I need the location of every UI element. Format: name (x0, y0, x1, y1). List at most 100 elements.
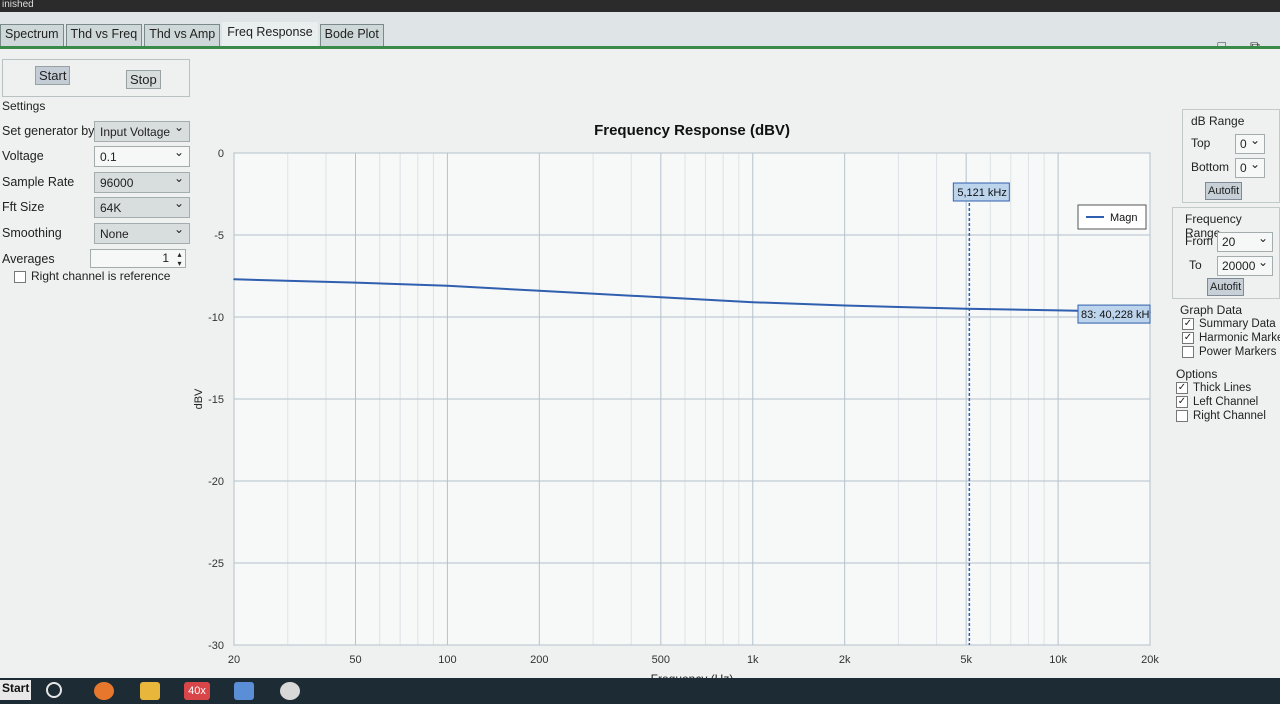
tab-spectrum[interactable]: Spectrum (0, 24, 64, 46)
db-range-group: dB Range Top 0 Bottom 0 Autofit (1182, 109, 1280, 203)
thick-lines-option[interactable]: ✓ Thick Lines (1176, 382, 1251, 394)
summary-data-label: Summary Data (1199, 318, 1276, 331)
voltage-select[interactable]: 0.1 (94, 145, 190, 167)
y-tick-label: -30 (208, 640, 224, 652)
series-point (354, 281, 357, 284)
window-title: inished (2, 0, 34, 10)
app-body: Start Stop Settings Set generator by Inp… (0, 46, 1280, 686)
settings-legend: Settings (2, 99, 46, 113)
harmonic-markers-label: Harmonic Markers (1199, 332, 1280, 345)
series-point (843, 304, 846, 307)
x-tick-label: 100 (438, 654, 456, 666)
y-tick-label: -5 (214, 230, 224, 242)
x-tick-label: 500 (652, 654, 670, 666)
marker-label: 5,121 kHz (957, 187, 1007, 199)
sample-rate-select[interactable]: 96000 (94, 171, 190, 193)
y-tick-label: -20 (208, 476, 224, 488)
x-tick-label: 200 (530, 654, 548, 666)
y-tick-label: 0 (218, 148, 224, 160)
averages-spinner[interactable]: 1 (90, 249, 186, 268)
generator-select[interactable]: Input Voltage (94, 120, 190, 142)
x-tick-label: 20k (1141, 654, 1159, 666)
db-bottom-select[interactable]: 0 (1235, 157, 1265, 178)
tab-strip: Spectrum Thd vs Freq Thd vs Amp Freq Res… (0, 22, 386, 46)
control-box: Start Stop (2, 59, 190, 97)
generator-row: Set generator by Input Voltage (2, 120, 192, 143)
start-menu-button[interactable]: Start (0, 680, 32, 700)
power-markers-option[interactable]: Power Markers (1182, 346, 1276, 358)
sample-rate-label: Sample Rate (2, 175, 75, 189)
right-channel-label: Right Channel (1193, 410, 1266, 423)
folder-icon[interactable] (140, 682, 160, 700)
freq-to-select[interactable]: 20000 (1217, 255, 1273, 276)
summary-data-option[interactable]: ✓ Summary Data (1182, 318, 1276, 330)
y-tick-label: -10 (208, 312, 224, 324)
averages-row: Averages 1 (2, 249, 192, 271)
series-point (446, 285, 449, 287)
app-icon[interactable] (280, 682, 300, 700)
chart-title: Frequency Response (dBV) (594, 122, 790, 139)
frequency-range-group: Frequency Range From 20 To 20000 Autofit (1172, 207, 1280, 299)
frequency-response-chart: 20 50 100 200 500 1k 2k 5k 10k 20k 0 -5 -10 -15 -20 -25… (190, 105, 1165, 686)
firefox-icon[interactable] (94, 682, 114, 700)
smoothing-row: Smoothing None (2, 222, 192, 245)
title-bar: inished (0, 0, 1280, 12)
legend-label: Magn (1110, 212, 1138, 224)
voltage-label: Voltage (2, 149, 44, 163)
tab-thd-vs-amp[interactable]: Thd vs Amp (144, 24, 221, 46)
x-tick-label: 50 (349, 654, 361, 666)
smoothing-select[interactable]: None (94, 222, 190, 244)
db-bottom-label: Bottom (1191, 160, 1230, 174)
series-point (751, 301, 754, 304)
x-tick-label: 20 (228, 654, 240, 666)
search-icon[interactable] (46, 682, 62, 698)
annotation-label: 83: 40,228 kH (1081, 309, 1150, 321)
fft-size-row: Fft Size 64K (2, 196, 192, 219)
voltage-row: Voltage 0.1 (2, 145, 192, 168)
left-channel-label: Left Channel (1193, 396, 1259, 409)
series-point (965, 308, 967, 310)
power-markers-label: Power Markers (1199, 346, 1277, 359)
fft-size-label: Fft Size (2, 200, 45, 214)
tab-freq-response[interactable]: Freq Response (222, 22, 318, 46)
sample-rate-row: Sample Rate 96000 (2, 171, 192, 194)
generator-label: Set generator by (2, 124, 95, 138)
freq-autofit-button[interactable]: Autofit (1207, 278, 1245, 296)
tab-bode-plot[interactable]: Bode Plot (319, 24, 384, 46)
y-tick-label: -15 (208, 394, 224, 406)
x-tick-label: 10k (1049, 654, 1067, 666)
graph-data-title: Graph Data (1180, 303, 1243, 317)
left-channel-option[interactable]: ✓ Left Channel (1176, 396, 1258, 408)
db-top-label: Top (1191, 136, 1211, 150)
taskbar: Start 40x (0, 678, 1280, 704)
start-button[interactable]: Start (35, 66, 71, 85)
averages-label: Averages (2, 252, 55, 266)
tab-thd-vs-freq[interactable]: Thd vs Freq (65, 24, 143, 46)
x-tick-label: 5k (960, 654, 972, 666)
y-axis-label: dBV (193, 388, 205, 409)
freq-to-label: To (1189, 258, 1202, 272)
thick-lines-label: Thick Lines (1193, 382, 1252, 395)
db-autofit-button[interactable]: Autofit (1205, 182, 1243, 200)
freq-from-select[interactable]: 20 (1217, 231, 1273, 252)
series-point (538, 289, 541, 292)
series-point (1057, 309, 1059, 312)
window-app-icon[interactable] (234, 682, 254, 700)
series-point (233, 278, 235, 281)
chart-svg: 20 50 100 200 500 1k 2k 5k 10k 20k 0 -5 -10 -15 -20 -25… (193, 122, 1159, 686)
db-top-select[interactable]: 0 (1235, 133, 1265, 154)
fft-size-select[interactable]: 64K (94, 196, 190, 218)
ref-label: Right channel is reference (31, 269, 171, 283)
app-badge-icon[interactable]: 40x (184, 682, 210, 700)
x-tick-label: 1k (747, 654, 759, 666)
ref-checkbox[interactable] (14, 270, 26, 283)
ref-row: Right channel is reference (14, 269, 204, 291)
freq-from-label: From (1185, 234, 1213, 248)
harmonic-markers-option[interactable]: ✓Harmonic Markers (1182, 332, 1280, 344)
right-channel-option[interactable]: Right Channel (1176, 410, 1266, 422)
stop-button[interactable]: Stop (126, 70, 161, 89)
y-tick-label: -25 (208, 558, 224, 570)
options-title: Options (1176, 367, 1218, 381)
db-range-title: dB Range (1191, 114, 1245, 128)
smoothing-label: Smoothing (2, 226, 62, 240)
